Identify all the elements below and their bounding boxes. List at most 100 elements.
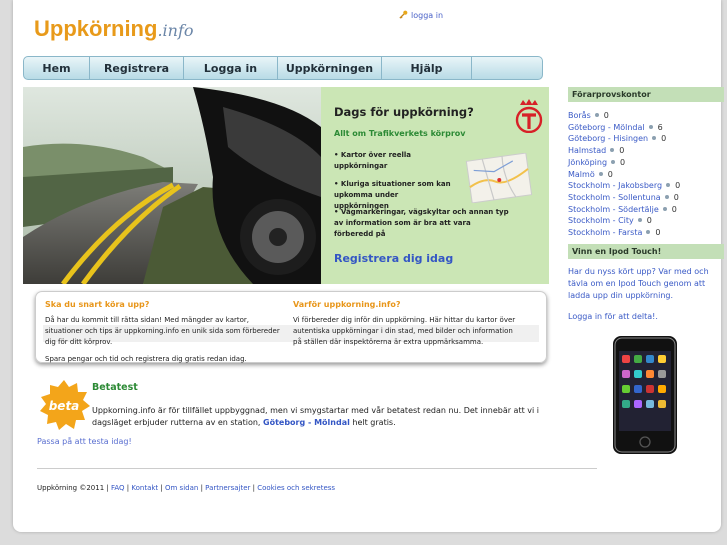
info-right-title: Varför uppkorning.info? [293, 300, 401, 309]
footer-link-faq[interactable]: FAQ [111, 484, 125, 492]
office-count: 0 [671, 204, 677, 214]
tab-registrera[interactable]: Registrera [90, 57, 184, 79]
office-item[interactable]: Stockholm - City 0 [568, 215, 724, 227]
site-logo[interactable]: Uppkörning.info [34, 16, 194, 42]
office-item[interactable]: Göteborg - Hisingen 0 [568, 133, 724, 145]
office-name: Borås [568, 111, 591, 120]
office-item[interactable]: Halmstad 0 [568, 145, 724, 157]
office-item[interactable]: Malmö 0 [568, 169, 724, 181]
bullet-dot-icon [662, 206, 667, 211]
tab-uppkorningen[interactable]: Uppkörningen [278, 57, 382, 79]
ipod-app-icon [646, 385, 654, 393]
beta-badge-text: beta [49, 399, 80, 413]
info-right-p1: Vi förbereder dig inför din uppkörning. … [293, 316, 516, 346]
info-left-column: Ska du snart köra upp? Då har du kommit … [45, 299, 281, 371]
office-item[interactable]: Borås 0 [568, 110, 724, 122]
office-name: Stockholm - Jakobsberg [568, 181, 663, 191]
info-right-column: Varför uppkorning.info? Vi förbereder di… [293, 299, 519, 354]
tab-hem[interactable]: Hem [24, 57, 90, 79]
office-item[interactable]: Stockholm - Farsta 0 [568, 227, 724, 239]
beta-badge-icon: beta [40, 380, 90, 430]
tab-hjalp[interactable]: Hjälp [382, 57, 472, 79]
ipod-app-icon [658, 400, 666, 408]
hero-subtitle: Allt om Trafikverkets körprov [334, 129, 466, 138]
footer-sep: | [252, 484, 256, 492]
bullet-dot-icon [648, 124, 653, 129]
footer-link-om-sidan[interactable]: Om sidan [165, 484, 198, 492]
office-count: 6 [657, 122, 663, 132]
bullet-dot-icon [598, 171, 603, 176]
ipod-app-icon [634, 355, 642, 363]
ipod-app-icon [646, 370, 654, 378]
office-item[interactable]: Stockholm - Sollentuna 0 [568, 192, 724, 204]
office-count: 0 [655, 228, 661, 238]
sidebar: Förarprovskontor Borås 0 Göteborg - Mölnda… [568, 87, 724, 323]
hero-banner: Dags för uppkörning? Allt om Trafikverke… [23, 87, 549, 284]
info-left-p1: Då har du kommit till rätta sidan! Med m… [45, 316, 280, 346]
office-count: 0 [646, 216, 652, 226]
footer-divider [37, 468, 597, 469]
office-name: Malmö [568, 169, 595, 179]
footer-sep: | [160, 484, 163, 492]
office-name: Stockholm - Södertälje [568, 204, 659, 214]
ipod-app-icon [646, 355, 654, 363]
ipod-app-icon [658, 370, 666, 378]
office-item[interactable]: Jönköping 0 [568, 157, 724, 169]
hero-bullet-3: • Vägmarkeringar, vägskyltar och annan t… [334, 208, 509, 238]
office-item[interactable]: Göteborg - Mölndal 6 [568, 122, 724, 134]
logo-text: Uppkörning [34, 16, 158, 41]
footer-link-cookies[interactable]: Cookies och sekretess [257, 484, 335, 492]
ipod-app-icon [658, 385, 666, 393]
page: Uppkörning.info logga in Hem Registrera … [13, 0, 724, 532]
footer-link-kontakt[interactable]: Kontakt [131, 484, 158, 492]
try-now-link[interactable]: Passa på att testa idag! [37, 437, 132, 446]
office-count: 0 [607, 169, 613, 179]
office-count: 0 [661, 134, 667, 144]
hero-register-link[interactable]: Registrera dig idag [334, 252, 453, 265]
ipod-app-icon [634, 385, 642, 393]
bullet-dot-icon [652, 136, 657, 141]
road-photo [23, 87, 321, 284]
office-item[interactable]: Stockholm - Södertälje 0 [568, 204, 724, 216]
office-name: Stockholm - Sollentuna [568, 192, 661, 202]
tab-logga-in[interactable]: Logga in [184, 57, 278, 79]
footer-copyright: Uppkörning ©2011 | [37, 484, 109, 492]
ipod-app-icon [634, 370, 642, 378]
bullet-dot-icon [666, 183, 671, 188]
promo-heading: Vinn en Ipod Touch! [568, 243, 724, 259]
promo-login-link[interactable]: Logga in för att delta!. [568, 311, 724, 323]
ipod-app-icon [646, 400, 654, 408]
footer-sep: | [126, 484, 130, 492]
promo-text: Har du nyss kört upp? Var med och tävla … [568, 266, 709, 300]
offices-list: Borås 0 Göteborg - Mölndal 6 Göteborg - Hisi… [568, 110, 724, 239]
ipod-app-icon [622, 355, 630, 363]
beta-text: Uppkorning.info är för tillfället uppbyg… [92, 405, 552, 429]
office-count: 0 [619, 146, 625, 156]
office-name: Göteborg - Mölndal [568, 122, 645, 132]
office-name: Jönköping [568, 157, 608, 167]
tab-empty [472, 57, 542, 79]
office-name: Halmstad [568, 146, 607, 156]
key-icon [399, 10, 408, 19]
ipod-app-icon [622, 400, 630, 408]
office-name: Stockholm - City [568, 216, 634, 226]
office-count: 0 [603, 111, 609, 120]
bullet-dot-icon [637, 218, 642, 223]
ipod-app-icon [622, 370, 630, 378]
footer-sep: | [200, 484, 203, 492]
info-left-p2: Spara pengar och tid och registrera dig … [45, 355, 247, 363]
info-box: Ska du snart köra upp? Då har du kommit … [35, 291, 547, 363]
map-thumbnail [465, 153, 533, 203]
office-count: 0 [620, 157, 626, 167]
logo-suffix: .info [157, 21, 194, 40]
office-item[interactable]: Stockholm - Jakobsberg 0 [568, 180, 724, 192]
beta-station-link[interactable]: Göteborg - Mölndal [263, 418, 350, 427]
footer-link-partnersajter[interactable]: Partnersajter [205, 484, 250, 492]
beta-text-after: helt gratis. [352, 418, 396, 427]
main-nav: Hem Registrera Logga in Uppkörningen Hjä… [23, 56, 543, 80]
footer: Uppkörning ©2011 | FAQ | Kontakt | Om si… [37, 484, 335, 492]
office-name: Göteborg - Hisingen [568, 134, 649, 144]
header-login-link[interactable]: logga in [399, 10, 443, 20]
bullet-dot-icon [594, 113, 599, 117]
beta-title: Betatest [92, 382, 138, 393]
